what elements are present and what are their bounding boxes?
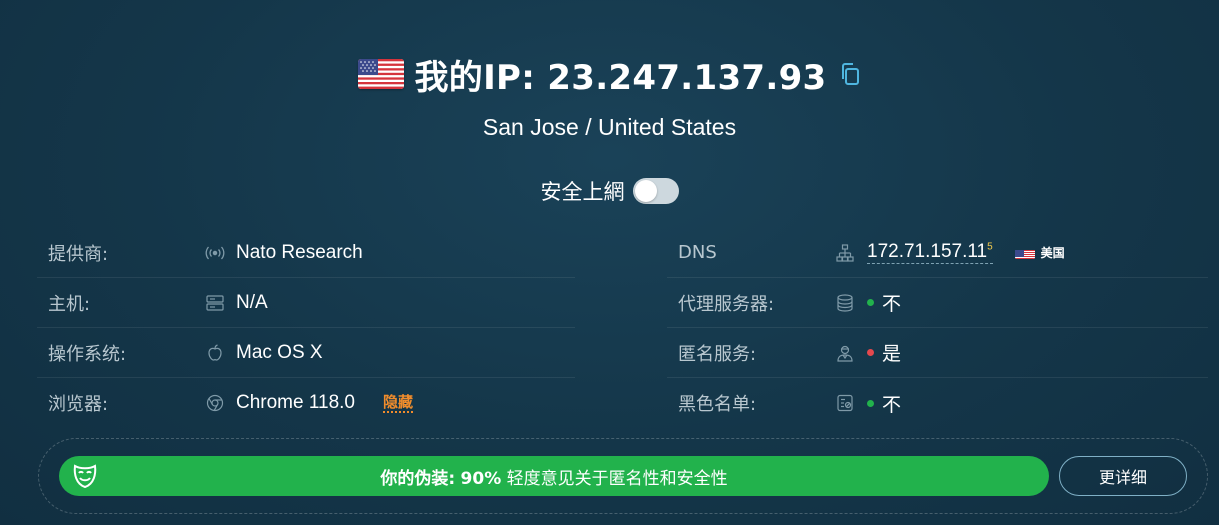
- secure-browsing-toggle[interactable]: [632, 178, 679, 204]
- disguise-percent: 90%: [460, 468, 502, 489]
- proxy-label: 代理服务器:: [678, 293, 775, 315]
- us-flag-small-icon: [1014, 246, 1035, 259]
- dns-label: DNS: [678, 242, 717, 263]
- apple-icon: [205, 343, 225, 363]
- ip-hero: 我的IP: 23.247.137.93 San Jose / United St…: [0, 50, 1219, 141]
- blacklist-value: 不: [882, 393, 902, 416]
- location-text: San Jose / United States: [482, 114, 737, 140]
- blacklist-row: 黑色名单: 不: [667, 378, 1208, 428]
- mask-icon: [71, 462, 99, 490]
- dns-country: 美国: [1040, 246, 1065, 260]
- more-details-button[interactable]: 更详细: [1059, 456, 1187, 496]
- secure-browsing-label: 安全上網: [540, 180, 625, 204]
- dns-value[interactable]: 172.71.157.115: [867, 241, 993, 264]
- network-icon: [835, 243, 855, 263]
- browser-label: 浏览器:: [48, 394, 109, 415]
- proxy-row: 代理服务器: 不: [667, 278, 1208, 328]
- connection-info-right: DNS 172.71.157.115 美国 代理服务器: 不 匿名服务: 是 黑…: [667, 228, 1208, 428]
- browser-value: Chrome 118.0: [236, 392, 355, 413]
- dns-ip: 172.71.157.11: [867, 241, 988, 262]
- anonymous-user-icon: [835, 343, 855, 363]
- os-row: 操作系统: Mac OS X: [37, 328, 575, 378]
- proxy-value-group: 不: [867, 289, 901, 316]
- anonymizer-row: 匿名服务: 是: [667, 328, 1208, 378]
- os-label: 操作系统:: [48, 343, 127, 365]
- provider-label: 提供商:: [48, 243, 109, 265]
- anonymizer-label: 匿名服务:: [678, 343, 757, 365]
- blacklist-value-group: 不: [867, 390, 901, 417]
- toggle-knob: [634, 180, 657, 202]
- anonymizer-value-group: 是: [867, 339, 901, 366]
- copy-icon[interactable]: [839, 62, 861, 86]
- disguise-prefix: 你的伪装:: [380, 468, 456, 489]
- server-icon: [205, 293, 225, 313]
- chrome-icon: [205, 393, 225, 413]
- host-row: 主机: N/A: [37, 278, 575, 328]
- disguise-description: 轻度意见关于匿名性和安全性: [506, 468, 728, 489]
- us-flag-icon: [358, 59, 405, 89]
- blacklist-status-dot: [867, 399, 874, 407]
- ip-address-title: 我的IP: 23.247.137.93: [414, 57, 827, 98]
- blacklist-label: 黑色名单:: [678, 394, 757, 415]
- database-icon: [835, 293, 855, 313]
- anonymizer-status-dot: [867, 349, 874, 356]
- host-value: N/A: [236, 291, 268, 313]
- hide-browser-link[interactable]: 隐藏: [383, 393, 414, 413]
- provider-value: Nato Research: [236, 241, 363, 263]
- signal-icon: [205, 243, 225, 263]
- proxy-status-dot: [867, 299, 874, 306]
- os-value: Mac OS X: [236, 341, 323, 363]
- provider-row: 提供商: Nato Research: [37, 228, 575, 278]
- host-label: 主机:: [48, 293, 91, 315]
- ip-line: 我的IP: 23.247.137.93: [0, 50, 1219, 98]
- disguise-panel: 你的伪装: 90% 轻度意见关于匿名性和安全性 更详细: [38, 438, 1208, 514]
- dns-count: 5: [987, 241, 993, 253]
- disguise-bar: 你的伪装: 90% 轻度意见关于匿名性和安全性: [59, 456, 1049, 496]
- proxy-value: 不: [882, 293, 902, 315]
- connection-info-left: 提供商: Nato Research 主机: N/A 操作系统: Mac OS …: [37, 228, 575, 428]
- dns-row: DNS 172.71.157.115 美国: [667, 228, 1208, 278]
- dns-value-group: 172.71.157.115 美国: [867, 241, 1065, 264]
- disguise-text: 你的伪装: 90% 轻度意见关于匿名性和安全性: [380, 464, 727, 489]
- anonymizer-value: 是: [882, 343, 902, 365]
- blacklist-icon: [835, 393, 855, 413]
- browser-row: 浏览器: Chrome 118.0 隐藏: [37, 378, 575, 428]
- secure-browsing: 安全上網: [0, 176, 1219, 206]
